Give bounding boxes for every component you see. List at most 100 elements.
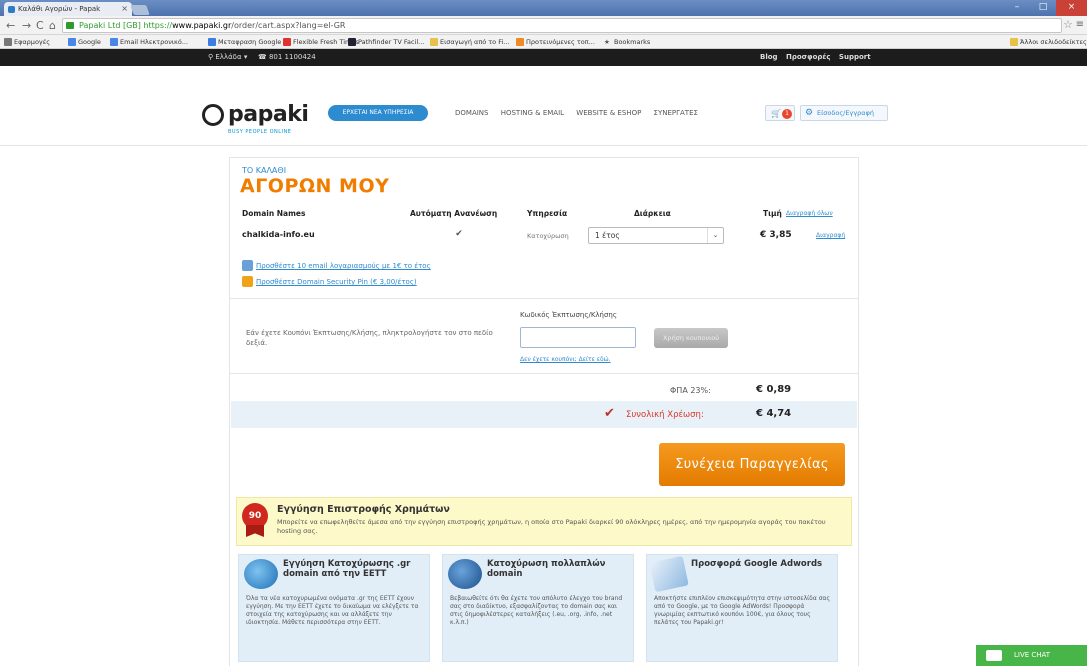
total-value: € 4,74 bbox=[756, 408, 792, 419]
coupon-icon bbox=[649, 555, 689, 593]
cart-panel: ΤΟ ΚΑΛΑΘΙ ΑΓΟΡΩΝ ΜΟΥ Domain Names Αυτόμα… bbox=[229, 157, 859, 666]
cart-title-small: ΤΟ ΚΑΛΑΘΙ bbox=[242, 166, 287, 175]
feature-text: Αποκτήστε επιπλέον επισκεψιμότητα στην ι… bbox=[654, 595, 830, 626]
papaki-logo[interactable]: papaki BUSY PEOPLE ONLINE bbox=[202, 102, 322, 138]
topbar-links: Blog Προσφορές Support bbox=[760, 53, 871, 61]
email-icon bbox=[242, 260, 253, 271]
phone-number: ☎ 801 1100424 bbox=[258, 53, 316, 61]
topbar-link-offers[interactable]: Προσφορές bbox=[786, 53, 830, 61]
login-button[interactable]: ⚙ Είσοδος/Εγγραφή bbox=[800, 105, 888, 121]
feature-card-adwords: Προσφορά Google Adwords Αποκτήστε επιπλέ… bbox=[646, 554, 838, 662]
bookmark-item[interactable]: Μεταφραση Google bbox=[208, 38, 281, 46]
nav-partners[interactable]: ΣΥΝΕΡΓΑΤΕΣ bbox=[654, 109, 698, 117]
ribbon-icon bbox=[246, 525, 264, 537]
main-nav: DOMAINS HOSTING & EMAIL WEBSITE & ESHOP … bbox=[455, 109, 708, 117]
tab-title: Καλάθι Αγορών - Papak bbox=[18, 5, 101, 13]
topbar-link-blog[interactable]: Blog bbox=[760, 53, 778, 61]
feature-title: Προσφορά Google Adwords bbox=[691, 559, 823, 569]
home-icon[interactable]: ⌂ bbox=[49, 19, 56, 32]
browser-tab-strip: Καλάθι Αγορών - Papak × – □ × bbox=[0, 0, 1087, 16]
remove-item-link[interactable]: Διαγραφή bbox=[816, 232, 845, 239]
other-bookmarks[interactable]: Άλλοι σελιδοδείκτες bbox=[1010, 38, 1087, 46]
bookmark-item[interactable]: Εφαρμογές bbox=[4, 38, 50, 46]
nav-hosting[interactable]: HOSTING & EMAIL bbox=[501, 109, 564, 117]
vat-label: ΦΠΑ 23%: bbox=[670, 386, 711, 395]
feature-card-multi-domain: Κατοχύρωση πολλαπλών domain Βεβαιωθείτε … bbox=[442, 554, 634, 662]
checkmark-icon: ✔ bbox=[604, 406, 615, 421]
logo-text: papaki bbox=[228, 102, 309, 127]
apply-coupon-button[interactable]: Χρήση κουπονιού bbox=[654, 328, 728, 348]
col-duration: Διάρκεια bbox=[634, 209, 671, 218]
cart-item-service: Κατοχύρωση bbox=[527, 232, 569, 240]
guarantee-text: Μπορείτε να επωφεληθείτε άμεσα από την ε… bbox=[277, 518, 826, 535]
chevron-down-icon: ⌄ bbox=[707, 228, 723, 243]
duration-select[interactable]: 1 έτος ⌄ bbox=[588, 227, 724, 244]
divider bbox=[230, 298, 858, 299]
logo-tagline: BUSY PEOPLE ONLINE bbox=[228, 129, 292, 135]
coupon-input[interactable] bbox=[520, 327, 636, 348]
auto-renew-checkbox[interactable]: ✔ bbox=[454, 229, 464, 239]
location-selector[interactable]: ⚲ Ελλάδα ▾ bbox=[208, 53, 247, 61]
url-host: www.papaki.gr bbox=[172, 21, 232, 30]
money-back-guarantee: 90 Εγγύηση Επιστροφής Χρημάτων Μπορείτε … bbox=[236, 497, 852, 546]
total-label: Συνολική Χρέωση: bbox=[626, 410, 704, 420]
promo-pill[interactable]: ΕΡΧΕΤΑΙ ΝΕΑ ΥΠΗΡΕΣΙΑ bbox=[328, 105, 428, 121]
col-domain: Domain Names bbox=[242, 209, 306, 218]
site-topbar: ⚲ Ελλάδα ▾ ☎ 801 1100424 Blog Προσφορές … bbox=[0, 49, 1087, 66]
maximize-icon[interactable]: □ bbox=[1030, 0, 1056, 16]
feature-card-eett: Εγγύηση Κατοχύρωσης .gr domain από την Ε… bbox=[238, 554, 430, 662]
lock-icon bbox=[242, 276, 253, 287]
bookmark-star-icon[interactable]: ☆ bbox=[1063, 18, 1073, 31]
reload-icon[interactable]: C bbox=[36, 19, 44, 32]
cart-count-badge: 1 bbox=[782, 109, 792, 119]
favicon-icon bbox=[8, 6, 15, 13]
globe-car-icon bbox=[448, 559, 482, 589]
forward-icon[interactable]: → bbox=[22, 19, 31, 32]
nav-domains[interactable]: DOMAINS bbox=[455, 109, 488, 117]
menu-icon[interactable]: ≡ bbox=[1076, 19, 1084, 30]
addon-security-pin-link[interactable]: Προσθέστε Domain Security Pin (€ 3,00/έτ… bbox=[242, 276, 417, 287]
bookmark-item[interactable]: ★ Bookmarks bbox=[604, 38, 650, 46]
gear-icon: ⚙ bbox=[805, 108, 814, 118]
total-row: ✔ Συνολική Χρέωση: € 4,74 bbox=[231, 401, 857, 428]
coupon-label: Κωδικός Έκπτωσης/Κλήσης bbox=[520, 311, 617, 319]
col-auto-renew: Αυτόματη Ανανέωση bbox=[410, 209, 498, 218]
col-service: Υπηρεσία bbox=[527, 209, 568, 218]
cart-title: ΑΓΟΡΩΝ ΜΟΥ bbox=[240, 175, 390, 197]
close-tab-icon[interactable]: × bbox=[121, 4, 128, 13]
lock-icon bbox=[66, 22, 74, 29]
chat-icon bbox=[986, 650, 1002, 661]
back-icon[interactable]: ← bbox=[6, 19, 15, 32]
live-chat-label: LIVE CHAT bbox=[1014, 651, 1051, 659]
close-window-icon[interactable]: × bbox=[1056, 0, 1087, 16]
addon-email-link[interactable]: Προσθέστε 10 email λογαριασμούς με 1€ το… bbox=[242, 260, 431, 271]
site-header: papaki BUSY PEOPLE ONLINE ΕΡΧΕΤΑΙ ΝΕΑ ΥΠ… bbox=[0, 66, 1087, 146]
nav-website[interactable]: WEBSITE & ESHOP bbox=[576, 109, 641, 117]
browser-tab[interactable]: Καλάθι Αγορών - Papak × bbox=[4, 2, 132, 16]
bookmark-item[interactable]: Εισαγωγή από το Fi... bbox=[430, 38, 510, 46]
coupon-info-link[interactable]: Δεν έχετε κουπόνι; Δείτε εδώ. bbox=[520, 356, 611, 363]
url-scheme: https:// bbox=[143, 21, 173, 30]
browser-toolbar: ← → C ⌂ Papaki Ltd [GB] https://www.papa… bbox=[0, 16, 1087, 35]
new-tab-button[interactable] bbox=[130, 5, 150, 15]
feature-text: Βεβαιωθείτε ότι θα έχετε τον απόλυτο έλε… bbox=[450, 595, 623, 626]
cart-icon: 🛒 bbox=[771, 109, 781, 118]
bookmark-item[interactable]: Google bbox=[68, 38, 101, 46]
feature-text: Όλα τα νέα κατοχυρωμένα ονόματα .gr της … bbox=[246, 595, 419, 626]
vat-value: € 0,89 bbox=[756, 384, 792, 395]
cart-button[interactable]: 🛒 1 bbox=[765, 105, 795, 121]
cart-item-domain: chalkida-info.eu bbox=[242, 230, 315, 239]
topbar-link-support[interactable]: Support bbox=[839, 53, 871, 61]
minimize-icon[interactable]: – bbox=[1004, 0, 1030, 16]
live-chat-button[interactable]: LIVE CHAT bbox=[976, 645, 1087, 666]
duration-value: 1 έτος bbox=[595, 231, 620, 240]
continue-order-button[interactable]: Συνέχεια Παραγγελίας bbox=[659, 443, 845, 486]
bookmark-item[interactable]: Email Ηλεκτρονικό... bbox=[110, 38, 188, 46]
guarantee-title: Εγγύηση Επιστροφής Χρημάτων bbox=[277, 504, 450, 515]
bookmark-item[interactable]: Pathfinder TV Facil... bbox=[348, 38, 424, 46]
remove-all-link[interactable]: Διαγραφή όλων bbox=[786, 210, 833, 217]
globe-icon bbox=[244, 559, 278, 589]
address-bar[interactable]: Papaki Ltd [GB] https://www.papaki.gr/or… bbox=[62, 18, 1062, 33]
divider bbox=[230, 373, 858, 374]
bookmark-item[interactable]: Προτεινόμενες τοπ... bbox=[516, 38, 595, 46]
